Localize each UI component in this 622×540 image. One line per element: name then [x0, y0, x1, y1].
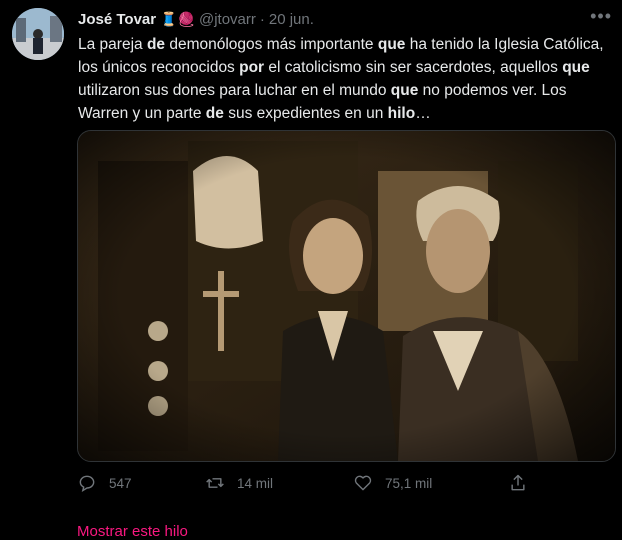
like-button[interactable]: 75,1 mil [353, 473, 432, 493]
separator: · [259, 10, 265, 28]
reply-icon [79, 475, 95, 492]
tweet-text-part: demonólogos más importante [165, 36, 378, 53]
like-count: 75,1 mil [385, 475, 433, 491]
tweet-text-part: La pareja [78, 36, 147, 53]
avatar[interactable] [12, 8, 64, 60]
reply-button[interactable]: 547 [77, 473, 132, 493]
tweet[interactable]: José Tovar 🧵🧶 @jtovarr · 20 jun. ••• La … [0, 0, 622, 540]
more-options-icon[interactable]: ••• [590, 6, 612, 27]
tweet-header: José Tovar 🧵🧶 @jtovarr · 20 jun. [78, 9, 314, 29]
share-icon [511, 474, 525, 491]
photo-of-couple-icon [78, 131, 615, 461]
reply-count: 547 [109, 475, 132, 491]
tweet-text-part: que [377, 36, 406, 53]
author-handle[interactable]: @jtovarr [199, 11, 256, 28]
tweet-text-part: que [390, 82, 419, 99]
heart-icon [354, 475, 372, 491]
tweet-actions: 547 14 mil 75,1 mil [77, 473, 537, 497]
show-thread-link[interactable]: Mostrar este hilo [77, 523, 188, 540]
tweet-text: La pareja de demonólogos más importante … [78, 33, 608, 125]
tweet-date[interactable]: 20 jun. [269, 11, 314, 28]
tweet-text-part: sus expedientes en un [223, 105, 388, 122]
retweet-icon [206, 478, 224, 488]
tweet-text-part: por [239, 59, 265, 76]
share-button[interactable] [508, 473, 540, 493]
tweet-text-part: que [562, 59, 590, 76]
tweet-text-part: el catolicismo sin ser sacerdotes, aquel… [264, 59, 563, 76]
tweet-text-part: utilizaron sus dones para luchar en el m… [78, 82, 391, 99]
author-emojis: 🧵🧶 [160, 10, 195, 27]
tweet-text-part: hilo [387, 105, 416, 122]
retweet-button[interactable]: 14 mil [205, 473, 273, 493]
tweet-text-part: … [415, 105, 431, 122]
retweet-count: 14 mil [237, 475, 274, 491]
author-name[interactable]: José Tovar [78, 11, 156, 28]
tweet-text-part: de [146, 36, 166, 53]
tweet-image[interactable] [77, 130, 616, 462]
tweet-text-part: de [205, 105, 224, 122]
